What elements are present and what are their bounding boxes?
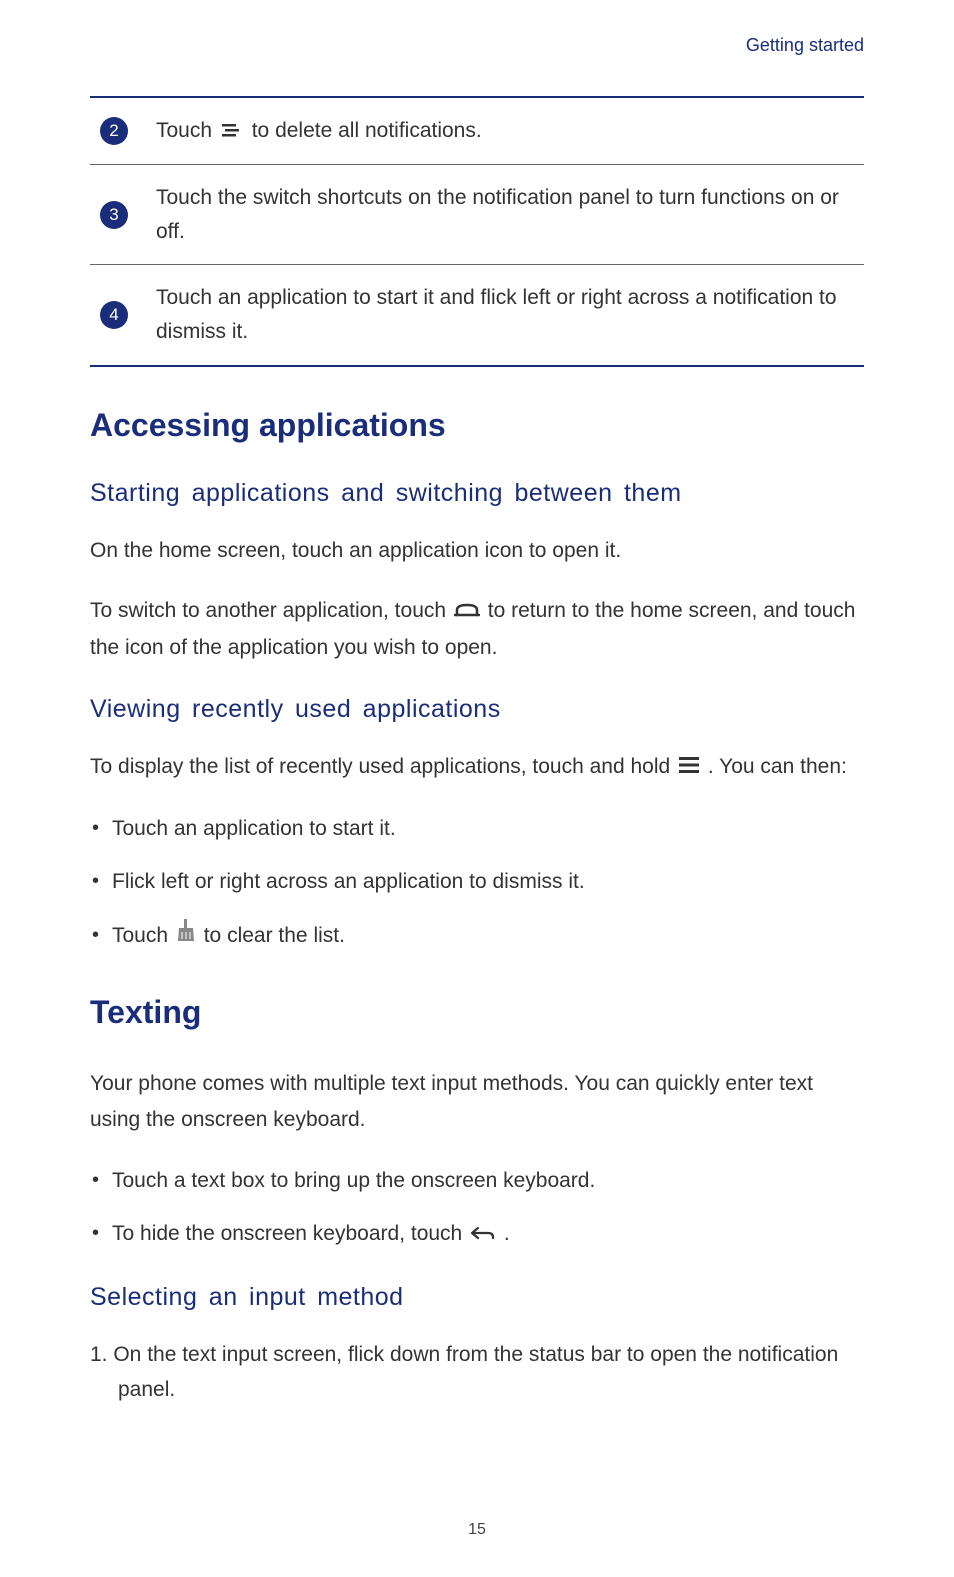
home-icon	[454, 594, 480, 630]
text-part: .	[504, 1222, 510, 1245]
page-number: 15	[0, 1521, 954, 1539]
number-badge: 3	[100, 201, 128, 229]
paragraph: On the home screen, touch an application…	[90, 533, 864, 569]
menu-icon	[678, 750, 700, 786]
heading-starting-apps: Starting applications and switching betw…	[90, 479, 864, 508]
bullet-list: Touch a text box to bring up the onscree…	[90, 1163, 864, 1253]
text-part: Touch	[112, 924, 174, 947]
list-item: Flick left or right across an applicatio…	[90, 864, 864, 900]
back-icon	[470, 1217, 496, 1253]
paragraph: To switch to another application, touch …	[90, 593, 864, 665]
row-text: Touch the switch shortcuts on the notifi…	[156, 181, 864, 248]
heading-recent-apps: Viewing recently used applications	[90, 695, 864, 724]
document-page: Getting started 2 Touch to delete all no…	[0, 0, 954, 1466]
text-part: . You can then:	[708, 755, 847, 778]
number-badge: 2	[100, 117, 128, 145]
paragraph: Your phone comes with multiple text inpu…	[90, 1066, 864, 1137]
text-part: Touch	[156, 119, 218, 142]
numbered-row: 3 Touch the switch shortcuts on the noti…	[90, 165, 864, 264]
clear-notifications-icon	[220, 115, 244, 149]
list-item: Touch to clear the list.	[90, 918, 864, 954]
number-badge: 4	[100, 301, 128, 329]
numbered-row: 2 Touch to delete all notifications.	[90, 98, 864, 164]
list-item: To hide the onscreen keyboard, touch .	[90, 1216, 864, 1252]
list-item: Touch a text box to bring up the onscree…	[90, 1163, 864, 1199]
numbered-row: 4 Touch an application to start it and f…	[90, 265, 864, 364]
section-header-label: Getting started	[90, 35, 864, 56]
heading-selecting-input: Selecting an input method	[90, 1283, 864, 1312]
paragraph: To display the list of recently used app…	[90, 749, 864, 785]
broom-icon	[176, 919, 196, 955]
row-text: Touch an application to start it and fli…	[156, 281, 864, 348]
text-part: to delete all notifications.	[252, 119, 482, 142]
numbered-step: 1. On the text input screen, flick down …	[90, 1337, 864, 1408]
list-item: Touch an application to start it.	[90, 811, 864, 847]
row-text: Touch to delete all notifications.	[156, 114, 482, 148]
divider	[90, 365, 864, 367]
text-part: To switch to another application, touch	[90, 599, 452, 622]
heading-texting: Texting	[90, 994, 864, 1031]
bullet-list: Touch an application to start it. Flick …	[90, 811, 864, 955]
text-part: To display the list of recently used app…	[90, 755, 676, 778]
text-part: to clear the list.	[204, 924, 345, 947]
text-part: To hide the onscreen keyboard, touch	[112, 1222, 468, 1245]
heading-accessing-applications: Accessing applications	[90, 407, 864, 444]
